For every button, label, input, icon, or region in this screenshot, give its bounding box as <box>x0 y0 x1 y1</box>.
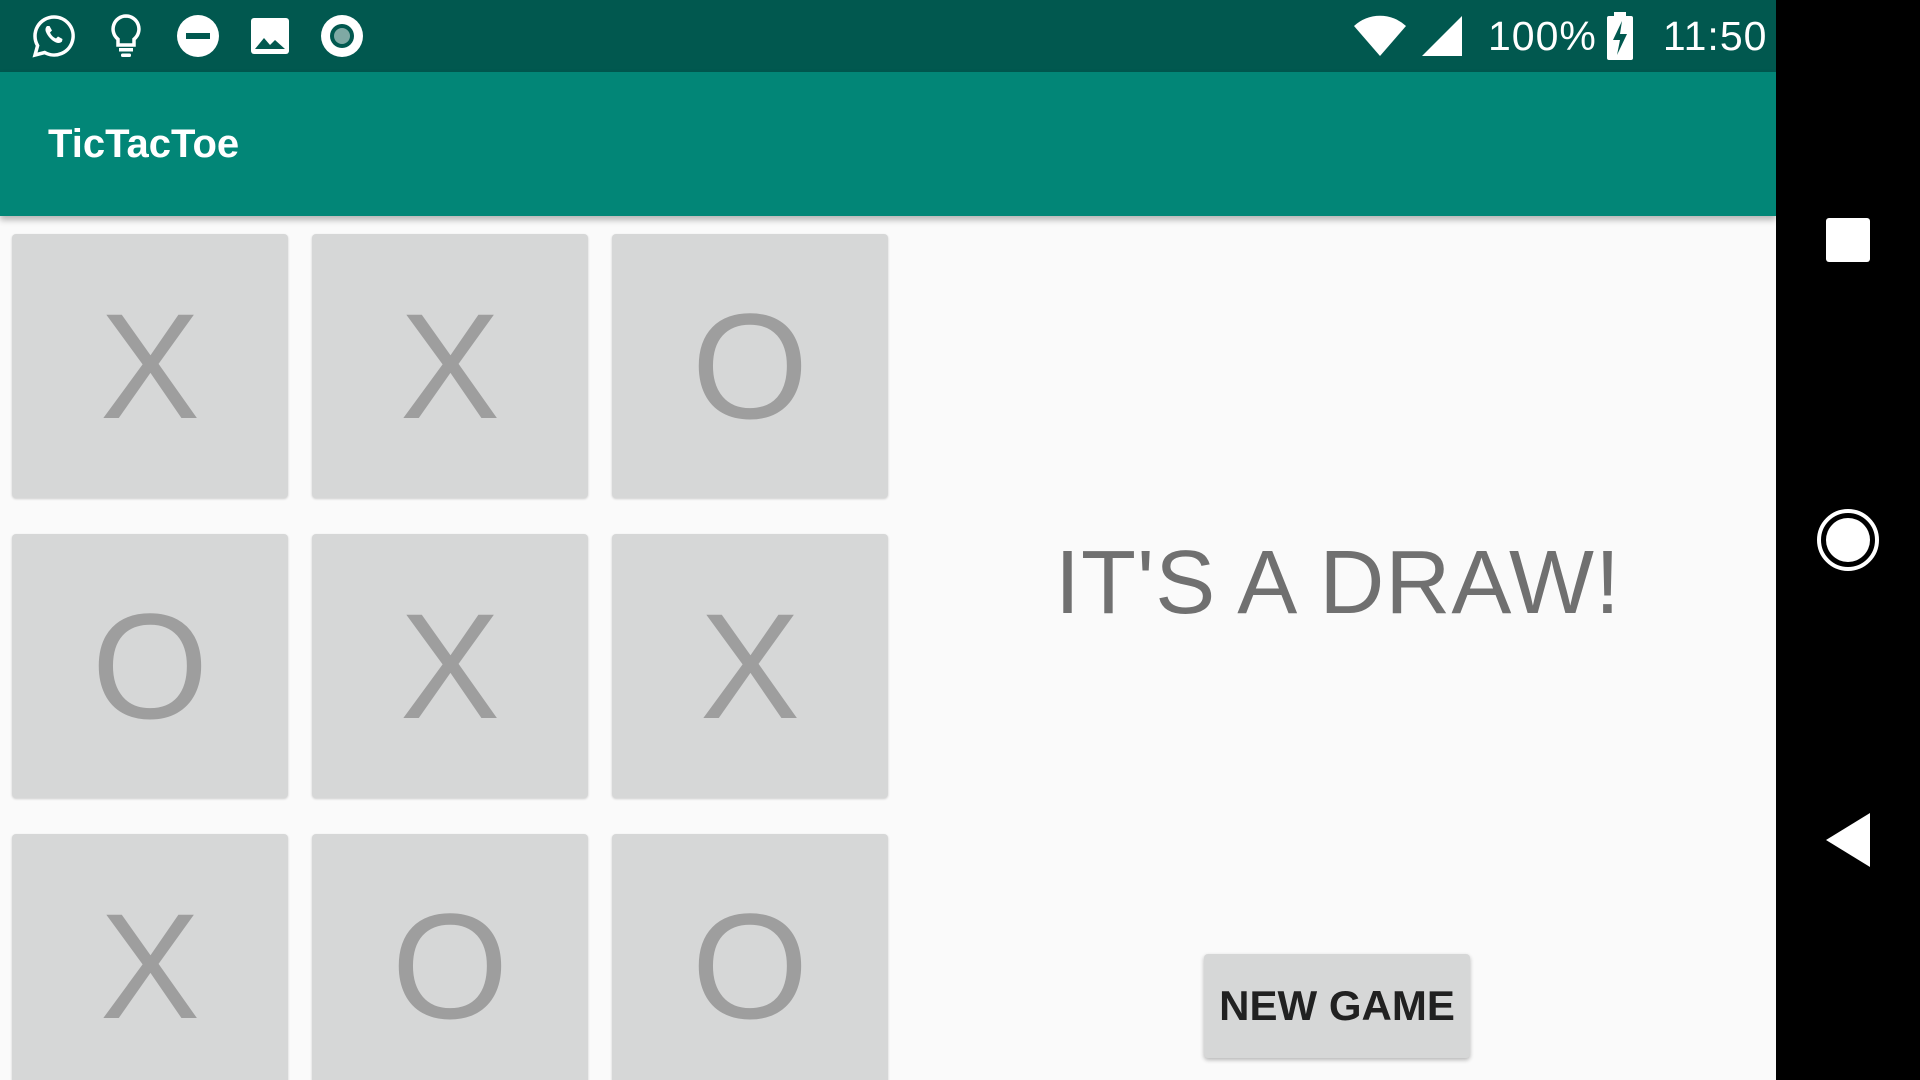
game-status-message: IT'S A DRAW! <box>1055 533 1621 633</box>
home-circle-icon[interactable] <box>1816 508 1880 572</box>
app-title: TicTacToe <box>48 122 240 166</box>
recents-square-icon[interactable] <box>1816 208 1880 272</box>
wifi-icon <box>1352 12 1408 60</box>
screen: 100% 11:50 TicTacToe X X O O X X X O O I… <box>0 0 1920 1080</box>
battery-percent: 100% <box>1488 12 1597 59</box>
board-cell-2[interactable]: X <box>312 234 588 498</box>
board-cell-4[interactable]: O <box>12 534 288 798</box>
clock: 11:50 <box>1662 12 1768 59</box>
whatsapp-icon <box>30 12 78 60</box>
battery-charging-icon <box>1605 11 1635 61</box>
game-content: X X O O X X X O O IT'S A DRAW! NEW GAME <box>0 216 1776 1080</box>
board-cell-5[interactable]: X <box>312 534 588 798</box>
back-triangle-icon[interactable] <box>1816 808 1880 872</box>
status-right-group: 100% 11:50 <box>1352 0 1767 72</box>
board-cell-7[interactable]: X <box>12 834 288 1080</box>
new-game-button[interactable]: NEW GAME <box>1204 954 1470 1058</box>
board-cell-1[interactable]: X <box>12 234 288 498</box>
board-cell-9[interactable]: O <box>612 834 888 1080</box>
navigation-bar <box>1776 0 1920 1080</box>
record-icon <box>318 12 366 60</box>
board-cell-8[interactable]: O <box>312 834 588 1080</box>
board-cell-3[interactable]: O <box>612 234 888 498</box>
board-cell-6[interactable]: X <box>612 534 888 798</box>
app-bar: TicTacToe <box>0 72 1776 216</box>
do-not-disturb-icon <box>174 12 222 60</box>
status-bar: 100% 11:50 <box>0 0 1776 72</box>
signal-icon <box>1416 12 1466 60</box>
lightbulb-icon <box>102 12 150 60</box>
image-icon <box>246 12 294 60</box>
